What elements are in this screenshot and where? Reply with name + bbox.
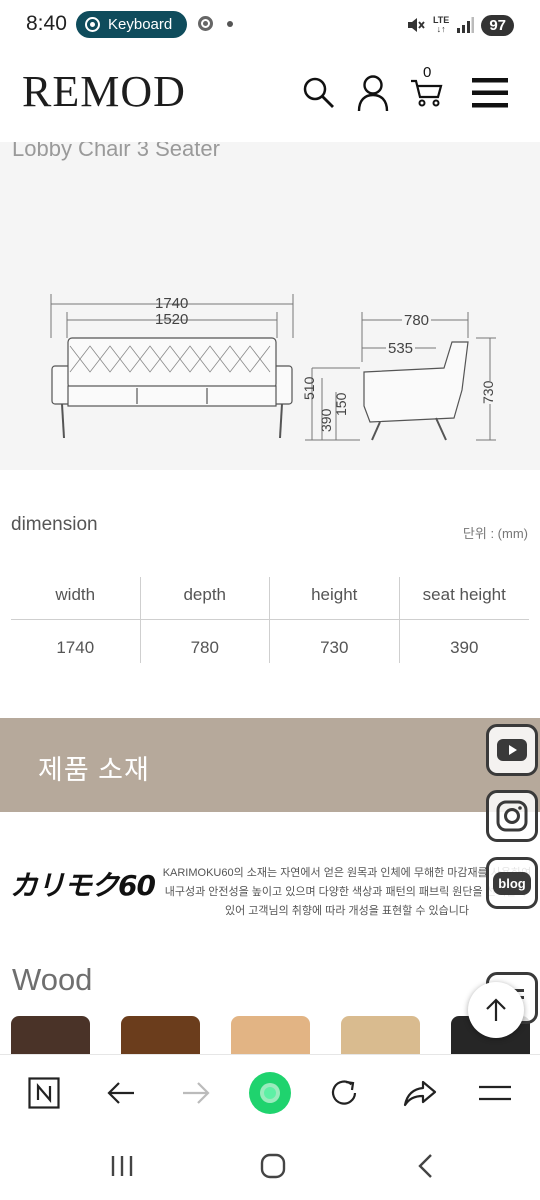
scroll-to-top-button[interactable] bbox=[468, 982, 524, 1038]
header-seat-height: seat height bbox=[399, 577, 529, 620]
material-banner: 제품 소재 bbox=[0, 718, 540, 812]
arrow-left-icon bbox=[107, 1082, 134, 1104]
dimension-table: width depth height seat height 1740 780 … bbox=[11, 577, 529, 663]
dim-label-depth: 780 bbox=[402, 312, 432, 329]
cart-button[interactable]: 0 bbox=[410, 64, 446, 108]
pill-label: Keyboard bbox=[108, 16, 173, 33]
chevron-left-icon bbox=[418, 1154, 432, 1178]
cart-icon bbox=[411, 79, 443, 107]
status-time: 8:40 bbox=[26, 12, 67, 35]
dim-label-inner-width: 1520 bbox=[155, 311, 189, 328]
recent-apps-icon bbox=[111, 1156, 133, 1176]
arrow-up-icon bbox=[486, 998, 506, 1021]
instagram-button[interactable] bbox=[486, 790, 538, 842]
search-icon[interactable] bbox=[302, 76, 336, 110]
dim-label-height-510: 510 bbox=[301, 376, 317, 400]
youtube-icon bbox=[497, 739, 527, 761]
recent-apps-button[interactable] bbox=[97, 1146, 147, 1186]
dimension-table-header: width depth height seat height bbox=[11, 577, 529, 620]
value-depth: 780 bbox=[141, 620, 270, 663]
status-bar: 8:40 Keyboard LTE ↓↑ 97 bbox=[0, 0, 540, 50]
home-icon bbox=[260, 1153, 286, 1179]
dim-label-side-height: 730 bbox=[480, 380, 496, 404]
dim-label-height-390: 390 bbox=[318, 408, 334, 432]
dimension-section: dimension 단위 : (mm) width depth height s… bbox=[0, 470, 540, 718]
home-button[interactable] bbox=[248, 1146, 298, 1186]
header-depth: depth bbox=[140, 577, 270, 620]
signal-icon bbox=[457, 17, 475, 33]
system-back-button[interactable] bbox=[400, 1146, 450, 1186]
dim-label-height-150: 150 bbox=[333, 392, 349, 416]
site-logo[interactable]: REMOD bbox=[22, 66, 186, 117]
site-header: REMOD 0 bbox=[0, 50, 540, 142]
notification-pill[interactable]: Keyboard bbox=[76, 11, 187, 38]
battery-indicator: 97 bbox=[481, 14, 514, 36]
header-height: height bbox=[270, 577, 400, 620]
mute-icon bbox=[407, 18, 425, 32]
product-dimension-diagram: Lobby Chair 3 Seater 1740 1520 510 390 1… bbox=[0, 142, 540, 470]
green-dot-icon bbox=[249, 1072, 291, 1114]
dim-label-seat-depth: 535 bbox=[386, 340, 416, 357]
naver-n-icon bbox=[28, 1077, 60, 1109]
record-icon bbox=[85, 17, 100, 32]
menu-hamburger-icon[interactable] bbox=[472, 78, 508, 108]
share-button[interactable] bbox=[396, 1069, 444, 1117]
back-button[interactable] bbox=[97, 1069, 145, 1117]
user-icon[interactable] bbox=[356, 74, 390, 112]
karimoku-description: KARIMOKU60의 소재는 자연에서 얻은 원목과 인체에 무해한 마감재를… bbox=[162, 867, 532, 917]
header-width: width bbox=[11, 577, 141, 620]
sofa-drawing bbox=[50, 294, 496, 441]
dimension-unit: 단위 : (mm) bbox=[462, 526, 528, 541]
naver-home-button[interactable] bbox=[20, 1069, 68, 1117]
blog-button[interactable]: blog bbox=[486, 857, 538, 909]
green-dot-button[interactable] bbox=[246, 1069, 294, 1117]
share-arrow-icon bbox=[403, 1080, 437, 1107]
blog-icon: blog bbox=[493, 871, 531, 895]
chrome-icon bbox=[198, 16, 213, 31]
material-title: 제품 소재 bbox=[38, 755, 150, 785]
dim-label-overall-width: 1740 bbox=[155, 295, 189, 312]
karimoku-section: カリモク60 KARIMOKU60의 소재는 자연에서 얻은 원목과 인체에 무… bbox=[0, 812, 540, 954]
browser-menu-button[interactable] bbox=[471, 1069, 519, 1117]
value-width: 1740 bbox=[11, 620, 141, 663]
refresh-button[interactable] bbox=[320, 1069, 368, 1117]
dimension-title: dimension bbox=[11, 514, 98, 535]
youtube-button[interactable] bbox=[486, 724, 538, 776]
refresh-icon bbox=[331, 1080, 357, 1105]
android-nav-bar bbox=[0, 1130, 540, 1200]
value-height: 730 bbox=[270, 620, 400, 663]
arrow-right-icon bbox=[183, 1082, 210, 1104]
value-seat-height: 390 bbox=[450, 638, 479, 657]
menu-lines-icon bbox=[479, 1085, 511, 1101]
network-type: LTE ↓↑ bbox=[432, 15, 450, 34]
browser-toolbar bbox=[0, 1054, 540, 1130]
instagram-icon bbox=[496, 800, 528, 832]
forward-button[interactable] bbox=[172, 1069, 220, 1117]
dimension-table-row: 1740 780 730 390 bbox=[11, 620, 529, 663]
karimoku-logo: カリモク60 bbox=[10, 869, 156, 902]
more-notifications-dot-icon bbox=[227, 21, 233, 27]
wood-title: Wood bbox=[12, 962, 93, 997]
